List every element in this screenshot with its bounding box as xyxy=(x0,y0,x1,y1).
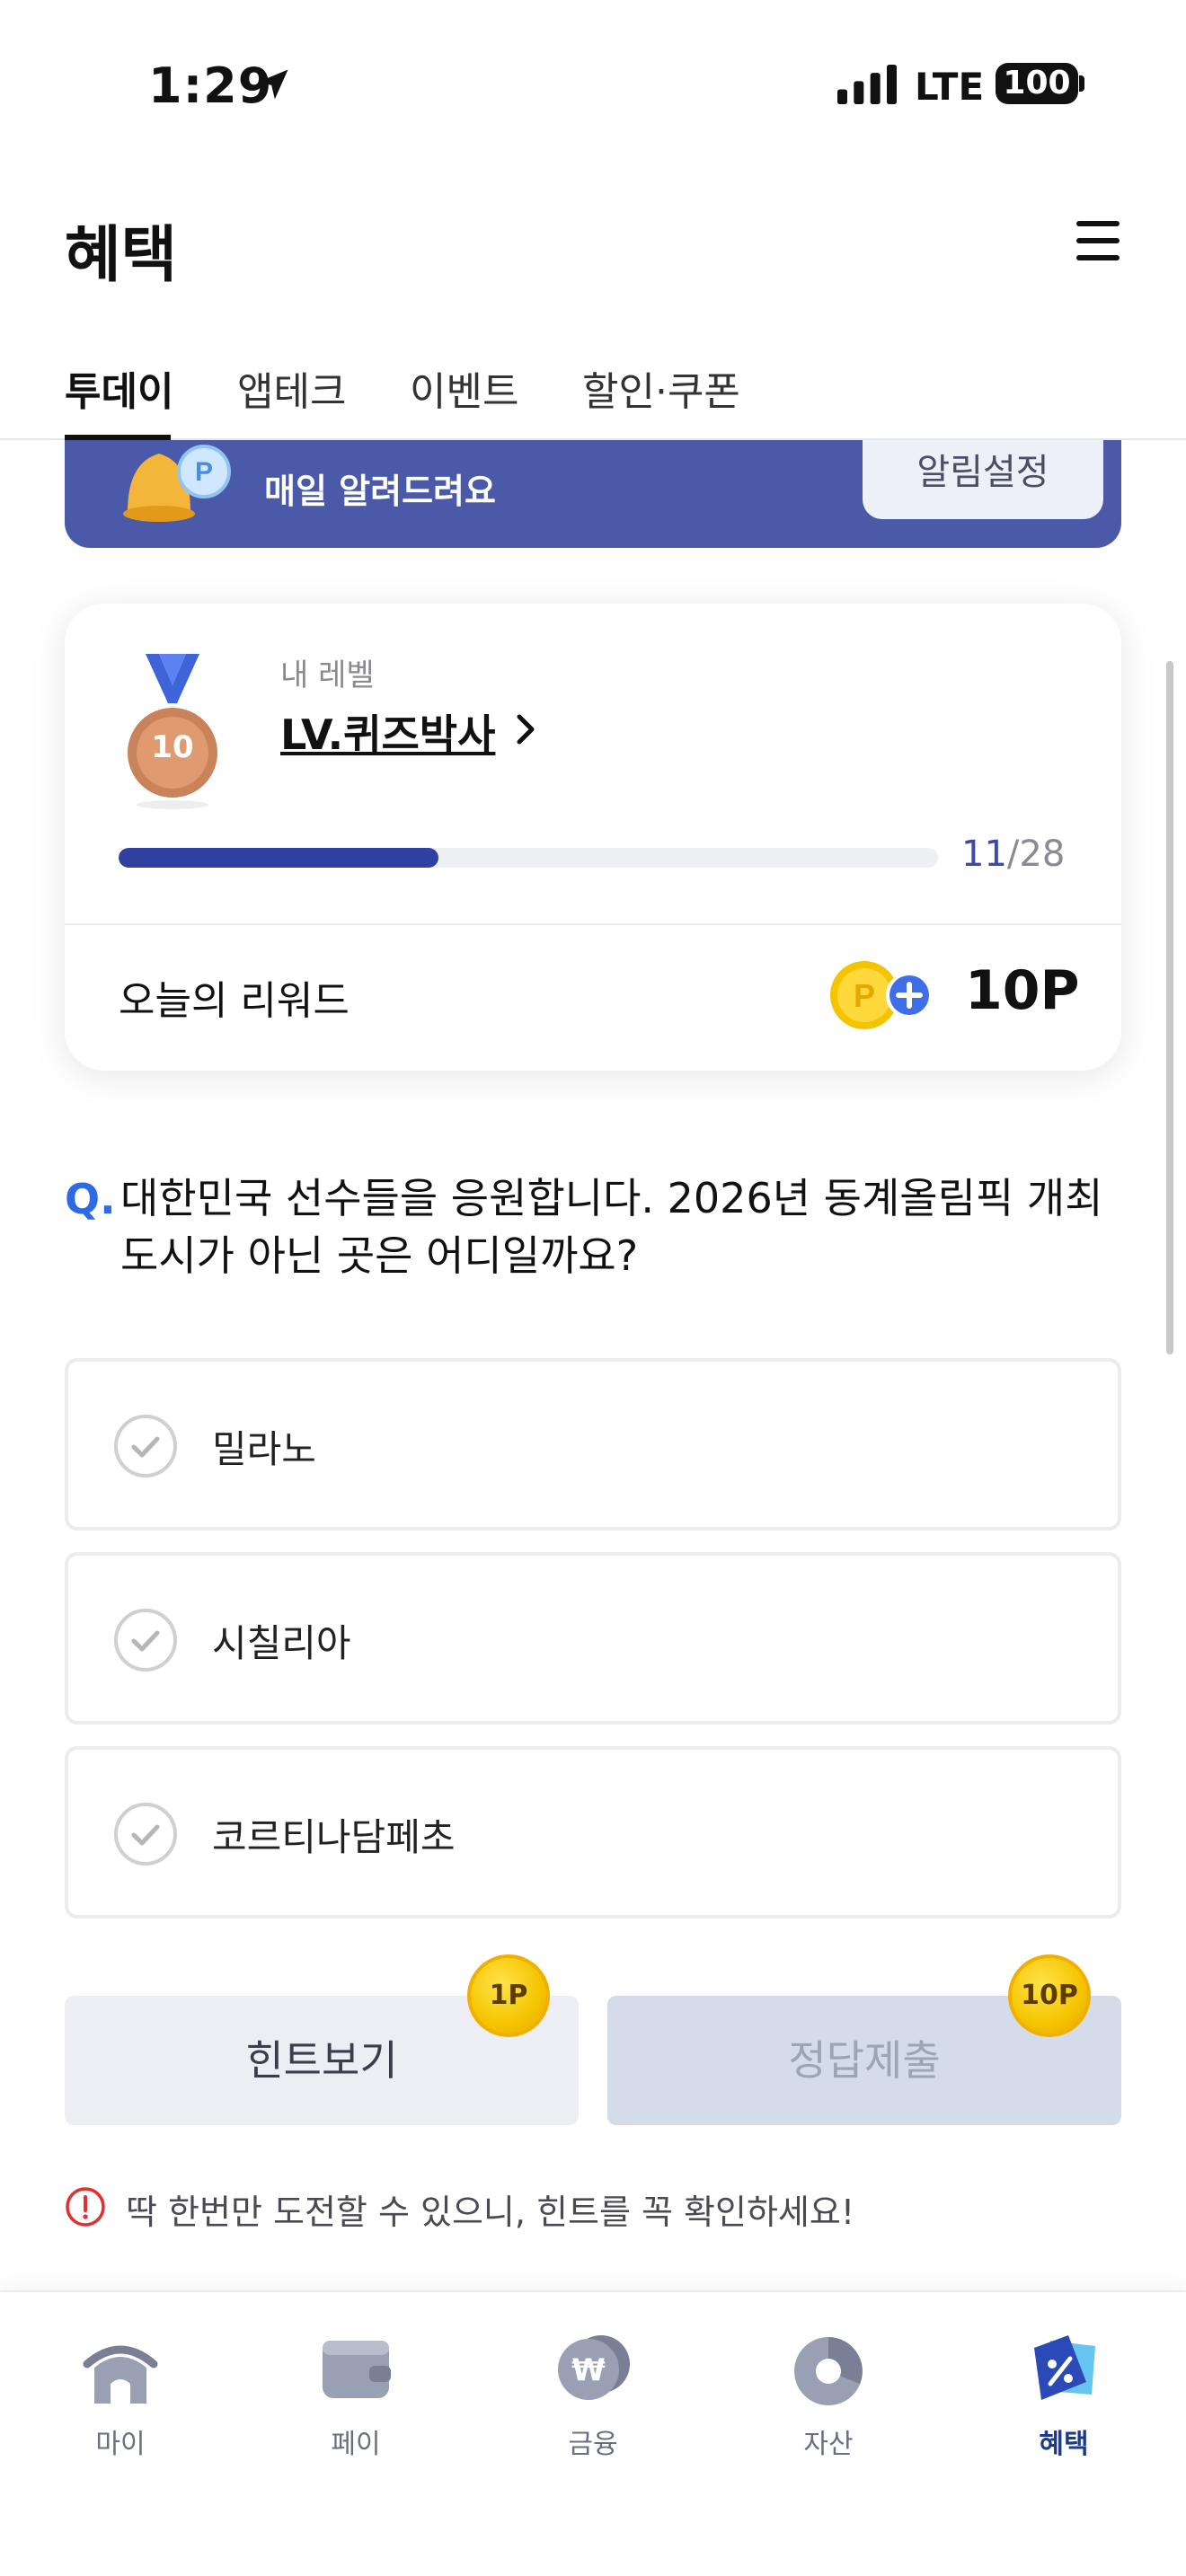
won-coin-icon: ₩ xyxy=(558,2335,630,2400)
check-circle-icon xyxy=(114,1803,177,1866)
alert-circle-icon xyxy=(66,2187,105,2227)
nav-item-finance[interactable]: ₩ 금융 xyxy=(512,2328,674,2508)
answer-option[interactable]: 밀라노 xyxy=(65,1358,1121,1531)
scrollbar[interactable] xyxy=(1166,661,1173,1354)
progress-total: /28 xyxy=(1006,834,1066,875)
level-card: 10 내 레벨 LV.퀴즈박사 11/28 오늘의 리워드 P 10P xyxy=(65,604,1121,1071)
level-caption: 내 레벨 xyxy=(280,657,375,693)
question-text: 대한민국 선수들을 응원합니다. 2026년 동계올림픽 개최 도시가 아닌 곳… xyxy=(120,1174,1103,1280)
tab-apptech[interactable]: 앱테크 xyxy=(237,359,346,417)
bell-coin-icon: P xyxy=(123,445,231,522)
nav-item-assets[interactable]: 자산 xyxy=(748,2328,909,2508)
banner-text: 매일 알려드려요 xyxy=(264,472,496,511)
bottom-navigation: 마이 페이 ₩ 금융 자산 혜택 xyxy=(0,2290,1186,2576)
tab-today[interactable]: 투데이 xyxy=(65,359,173,417)
nav-label: 금융 xyxy=(568,2429,618,2460)
battery-indicator: 100 xyxy=(996,63,1078,104)
nav-label: 자산 xyxy=(803,2429,854,2460)
svg-text:₩: ₩ xyxy=(571,2352,606,2388)
hamburger-menu-icon[interactable] xyxy=(1071,221,1125,271)
coin-plus-icon: P xyxy=(830,961,933,1029)
nav-label: 마이 xyxy=(95,2429,146,2460)
nav-item-pay[interactable]: 페이 xyxy=(275,2328,437,2508)
nav-label: 혜택 xyxy=(1039,2429,1089,2460)
reward-value: 10P xyxy=(965,959,1080,1022)
check-circle-icon xyxy=(114,1415,177,1478)
question-mark-label: Q. xyxy=(65,1175,116,1223)
notification-settings-label: 알림설정 xyxy=(916,452,1049,493)
reward-label: 오늘의 리워드 xyxy=(119,978,350,1024)
nav-item-my[interactable]: 마이 xyxy=(40,2328,201,2508)
page-title: 혜택 xyxy=(65,220,178,291)
level-name-link[interactable]: LV.퀴즈박사 xyxy=(280,702,495,762)
answer-option[interactable]: 코르티나담페초 xyxy=(65,1746,1121,1919)
submit-reward-badge: 10P xyxy=(1008,1954,1091,2037)
tab-event[interactable]: 이벤트 xyxy=(410,359,518,417)
warning-text: 딱 한번만 도전할 수 있으니, 힌트를 꼭 확인하세요! xyxy=(126,2192,855,2232)
answer-option[interactable]: 시칠리아 xyxy=(65,1552,1121,1725)
svg-text:P: P xyxy=(195,457,213,487)
medal-number: 10 xyxy=(151,729,194,765)
progress-current: 11 xyxy=(961,834,1007,875)
nav-item-benefits[interactable]: 혜택 xyxy=(983,2328,1145,2508)
check-circle-icon xyxy=(114,1609,177,1672)
answer-option-label: 밀라노 xyxy=(212,1427,316,1471)
battery-tip xyxy=(1079,75,1084,92)
signal-icon xyxy=(837,65,897,104)
svg-text:P: P xyxy=(854,977,875,1014)
level-progress-fill xyxy=(119,848,438,868)
hint-cost-badge: 1P xyxy=(467,1954,550,2037)
pie-chart-icon xyxy=(794,2337,863,2405)
location-arrow-icon xyxy=(258,69,288,100)
answer-option-label: 시칠리아 xyxy=(212,1621,351,1665)
tab-bar: 투데이 앱테크 이벤트 할인·쿠폰 xyxy=(0,341,1186,440)
card-divider xyxy=(65,923,1121,925)
network-type: LTE xyxy=(915,65,985,109)
home-icon xyxy=(83,2345,158,2404)
answer-option-label: 코르티나담페초 xyxy=(212,1815,456,1859)
level-progress-count: 11/28 xyxy=(961,834,1065,875)
tab-discount-coupon[interactable]: 할인·쿠폰 xyxy=(582,359,740,417)
chevron-right-icon[interactable] xyxy=(512,710,539,749)
wallet-icon xyxy=(323,2341,391,2398)
discount-tag-icon xyxy=(1034,2335,1095,2400)
nav-label: 페이 xyxy=(331,2429,381,2460)
active-tab-indicator xyxy=(65,435,171,440)
level-progress-bar xyxy=(119,848,938,868)
status-bar: 1:29 LTE 100 xyxy=(0,0,1186,171)
